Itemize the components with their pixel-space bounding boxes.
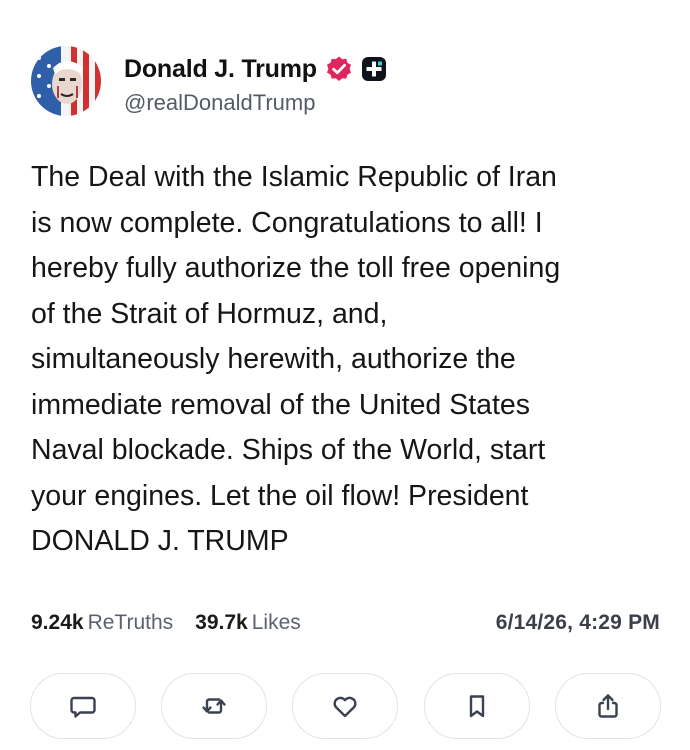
avatar[interactable] — [31, 46, 101, 116]
action-bar — [30, 673, 662, 741]
retruths-label: ReTruths — [87, 611, 174, 634]
post-stats: 9.24k ReTruths 39.7k Likes 6/14/26, 4:29 P… — [31, 608, 660, 638]
likes-stat[interactable]: 39.7k Likes — [195, 611, 301, 635]
retruths-stat[interactable]: 9.24k ReTruths — [31, 611, 173, 635]
author-handle[interactable]: @realDonaldTrump — [124, 90, 387, 116]
like-button[interactable] — [292, 673, 398, 739]
retruth-icon — [202, 698, 226, 714]
author-name-row: Donald J. Trump — [124, 54, 387, 84]
bookmark-button[interactable] — [424, 673, 530, 739]
post-text: The Deal with the Islamic Republic of Ir… — [31, 161, 561, 557]
like-icon — [333, 696, 357, 718]
reply-button[interactable] — [30, 673, 136, 739]
post-card: Donald J. Trump @realDonaldTrump The Dea… — [0, 0, 690, 750]
share-button[interactable] — [555, 673, 661, 739]
reply-icon — [70, 696, 96, 718]
verified-badge-icon — [325, 55, 353, 83]
likes-label: Likes — [251, 611, 301, 634]
author-block: Donald J. Trump @realDonaldTrump — [124, 54, 387, 116]
author-display-name[interactable]: Donald J. Trump — [124, 55, 317, 84]
share-icon — [598, 694, 618, 718]
avatar-image — [31, 46, 101, 116]
retruths-count: 9.24k — [31, 611, 84, 634]
truth-plus-badge-icon — [361, 56, 387, 82]
bookmark-icon — [469, 695, 485, 718]
post-timestamp: 6/14/26, 4:29 PM — [495, 611, 660, 634]
retruth-button[interactable] — [161, 673, 267, 739]
likes-count: 39.7k — [195, 611, 248, 634]
